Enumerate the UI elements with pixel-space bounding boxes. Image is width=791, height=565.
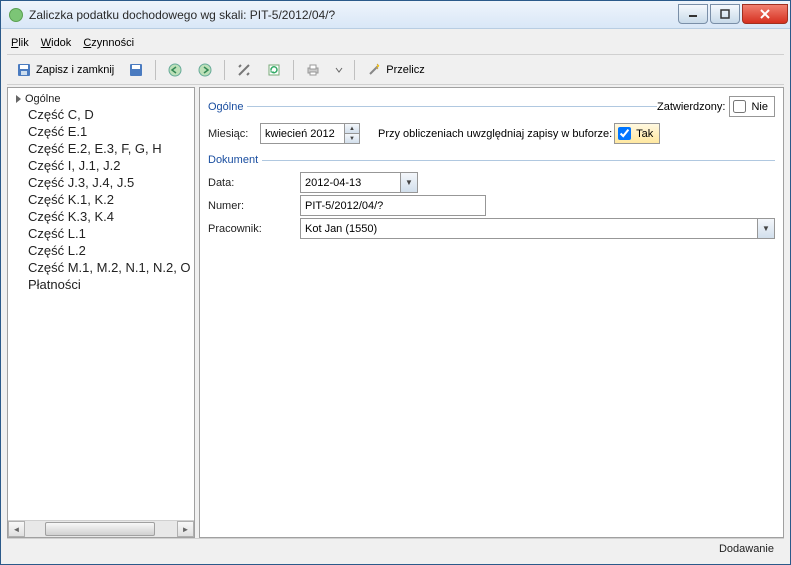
buffer-value: Tak [634, 128, 659, 140]
recalculate-label: Przelicz [386, 64, 425, 76]
navigation-panel: Ogólne Część C, D Część E.1 Część E.2, E… [7, 87, 195, 538]
menu-file[interactable]: Plik [11, 37, 29, 49]
dropdown-icon[interactable]: ▼ [400, 173, 417, 192]
scroll-right-arrow[interactable]: ► [177, 521, 194, 537]
nav-item[interactable]: Część L.2 [10, 242, 192, 259]
tools-button[interactable] [231, 59, 257, 81]
nav-item[interactable]: Część M.1, M.2, N.1, N.2, O [10, 259, 192, 276]
employee-combo[interactable]: Kot Jan (1550) ▼ [300, 218, 775, 239]
nav-root[interactable]: Ogólne [10, 92, 192, 106]
toolbar: Zapisz i zamknij [7, 55, 784, 85]
maximize-icon [720, 9, 730, 19]
back-icon [167, 62, 183, 78]
group-general-label: Ogólne [208, 101, 243, 113]
print-icon [305, 62, 321, 78]
employee-label: Pracownik: [208, 223, 300, 235]
nav-item[interactable]: Część I, J.1, J.2 [10, 157, 192, 174]
nav-item[interactable]: Część J.3, J.4, J.5 [10, 174, 192, 191]
toolbar-separator [155, 60, 156, 80]
nav-item[interactable]: Część L.1 [10, 225, 192, 242]
forward-button[interactable] [192, 59, 218, 81]
month-label: Miesiąc: [208, 128, 260, 140]
refresh-button[interactable] [261, 59, 287, 81]
nav-item[interactable]: Część C, D [10, 106, 192, 123]
menubar: Plik Widok Czynności [7, 35, 784, 55]
group-divider [262, 160, 775, 161]
save-close-button[interactable]: Zapisz i zamknij [11, 59, 119, 81]
save-button[interactable] [123, 59, 149, 81]
status-text: Dodawanie [719, 543, 774, 555]
buffer-toggle[interactable]: Tak [614, 123, 660, 144]
refresh-icon [266, 62, 282, 78]
spin-up-icon[interactable]: ▲ [344, 124, 359, 133]
nav-item[interactable]: Płatności [10, 276, 192, 293]
save-icon [16, 62, 32, 78]
save-disk-icon [128, 62, 144, 78]
minimize-icon [688, 9, 698, 19]
buffer-checkbox[interactable] [618, 127, 631, 140]
spin-down-icon[interactable]: ▼ [344, 133, 359, 143]
window-buttons [678, 6, 790, 24]
menu-view[interactable]: Widok [41, 37, 72, 49]
app-icon [9, 8, 23, 22]
save-close-label: Zapisz i zamknij [36, 64, 114, 76]
approved-checkbox[interactable] [733, 100, 746, 113]
close-icon [760, 9, 770, 19]
date-picker[interactable]: 2012-04-13 ▼ [300, 172, 418, 193]
scroll-thumb[interactable] [45, 522, 155, 536]
number-label: Numer: [208, 200, 300, 212]
toolbar-separator [354, 60, 355, 80]
scroll-track[interactable] [25, 521, 177, 537]
number-input[interactable] [300, 195, 486, 216]
employee-value: Kot Jan (1550) [301, 219, 757, 238]
group-divider [247, 106, 657, 107]
group-general: Ogólne Zatwierdzony: Nie [208, 96, 775, 117]
toolbar-separator [224, 60, 225, 80]
nav-tree: Ogólne Część C, D Część E.1 Część E.2, E… [8, 88, 194, 520]
date-label: Data: [208, 177, 300, 189]
tools-icon [236, 62, 252, 78]
client-area: Plik Widok Czynności Zapisz i zamknij [1, 29, 790, 564]
statusbar: Dodawanie [7, 538, 784, 558]
nav-item[interactable]: Część K.3, K.4 [10, 208, 192, 225]
body-split: Ogólne Część C, D Część E.1 Część E.2, E… [7, 87, 784, 538]
nav-item[interactable]: Część E.2, E.3, F, G, H [10, 140, 192, 157]
nav-root-label: Ogólne [25, 93, 60, 105]
app-window: Zaliczka podatku dochodowego wg skali: P… [0, 0, 791, 565]
month-spinner[interactable]: kwiecień 2012 ▲ ▼ [260, 123, 360, 144]
back-button[interactable] [162, 59, 188, 81]
toolbar-separator [293, 60, 294, 80]
recalculate-button[interactable]: Przelicz [361, 59, 430, 81]
print-button[interactable] [300, 59, 326, 81]
scroll-left-arrow[interactable]: ◄ [8, 521, 25, 537]
approved-toggle[interactable]: Nie [729, 96, 775, 117]
forward-icon [197, 62, 213, 78]
maximize-button[interactable] [710, 4, 740, 24]
month-value: kwiecień 2012 [261, 124, 339, 143]
chevron-down-icon [335, 62, 343, 78]
nav-item[interactable]: Część E.1 [10, 123, 192, 140]
menu-actions[interactable]: Czynności [83, 37, 134, 49]
approved-label: Zatwierdzony: [657, 101, 725, 113]
minimize-button[interactable] [678, 4, 708, 24]
print-dropdown[interactable] [330, 59, 348, 81]
form-panel: Ogólne Zatwierdzony: Nie Miesiąc: kwieci… [199, 87, 784, 538]
window-title: Zaliczka podatku dochodowego wg skali: P… [29, 8, 678, 22]
group-document: Dokument [208, 154, 775, 166]
date-value: 2012-04-13 [301, 173, 400, 192]
approved-value: Nie [749, 101, 774, 113]
dropdown-icon[interactable]: ▼ [757, 219, 774, 238]
horizontal-scrollbar[interactable]: ◄ ► [8, 520, 194, 537]
magic-wand-icon [366, 62, 382, 78]
titlebar: Zaliczka podatku dochodowego wg skali: P… [1, 1, 790, 29]
buffer-label: Przy obliczeniach uwzględniaj zapisy w b… [378, 128, 612, 140]
close-button[interactable] [742, 4, 788, 24]
nav-item[interactable]: Część K.1, K.2 [10, 191, 192, 208]
group-document-label: Dokument [208, 154, 258, 166]
